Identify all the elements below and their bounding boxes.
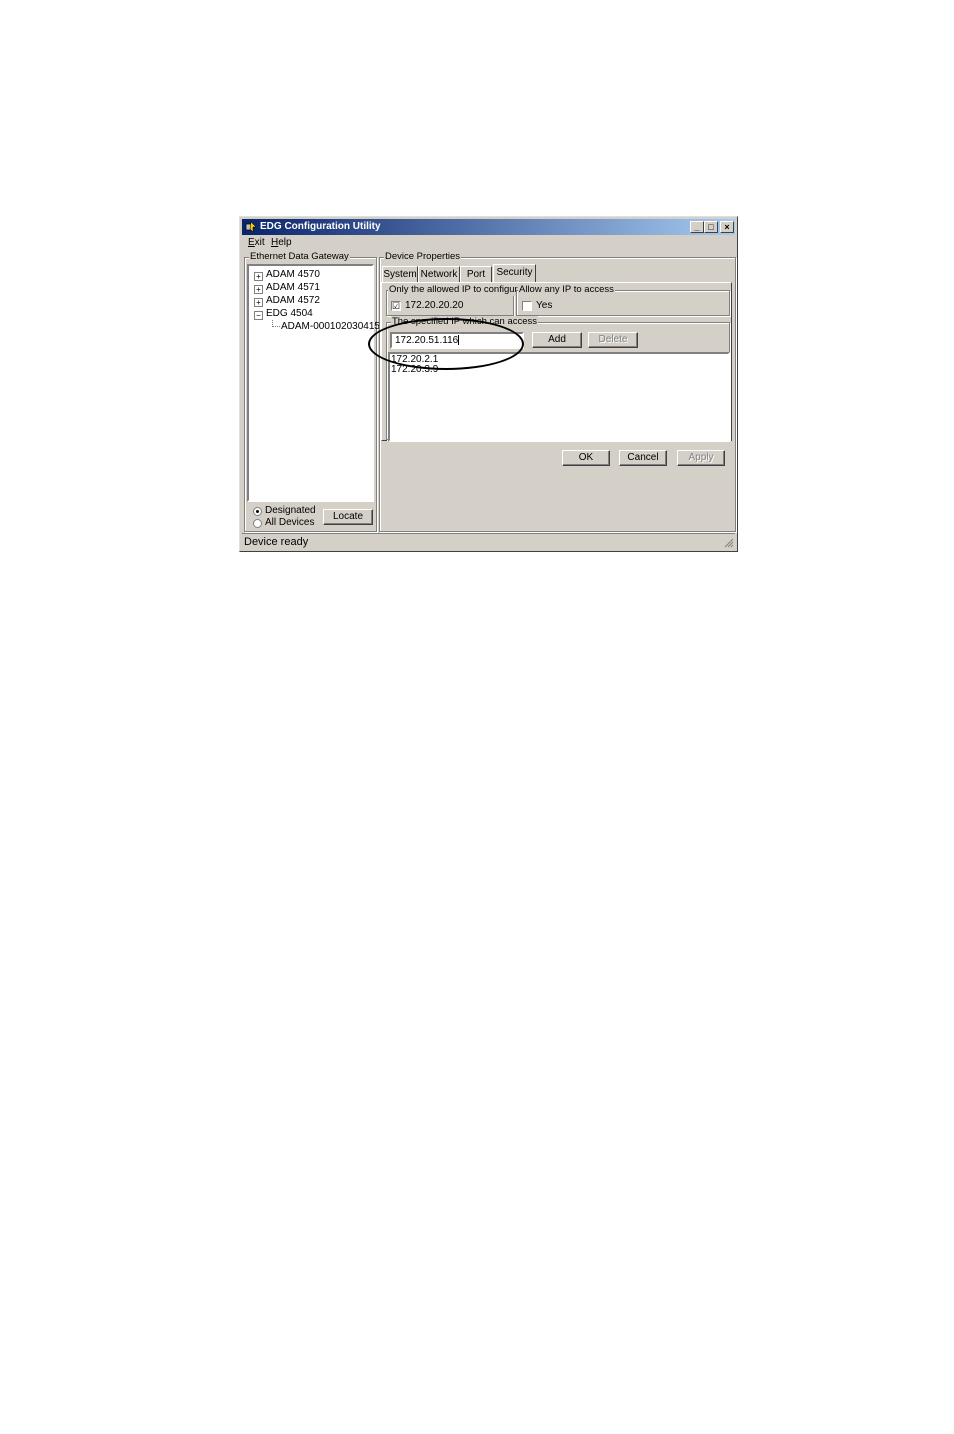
ok-button[interactable]: OK <box>562 450 610 466</box>
tree-item-adam-4571[interactable]: ADAM 4571 <box>266 282 320 294</box>
allowed-ip-label: Only the allowed IP to configure <box>388 284 524 296</box>
designated-label: Designated <box>265 505 316 516</box>
add-button[interactable]: Add <box>532 332 582 348</box>
menu-help[interactable]: Help <box>271 237 292 248</box>
designated-radio[interactable] <box>253 507 262 516</box>
ethernet-data-gateway-label: Ethernet Data Gateway <box>249 251 350 263</box>
tree-item-adam-4570[interactable]: ADAM 4570 <box>266 269 320 281</box>
cancel-button[interactable]: Cancel <box>619 450 667 466</box>
close-button[interactable]: × <box>720 221 734 233</box>
tab-security[interactable]: Security <box>493 264 536 282</box>
all-devices-radio[interactable] <box>253 519 262 528</box>
menu-exit[interactable]: Exit <box>248 237 265 248</box>
device-tree[interactable]: + ADAM 4570 + ADAM 4571 + ADAM 4572 − ED… <box>247 264 380 502</box>
resize-grip-icon[interactable] <box>723 537 734 548</box>
allow-any-ip-label: Allow any IP to access <box>518 284 615 296</box>
tab-system[interactable]: System <box>382 266 418 282</box>
ip-list[interactable]: 172.20.2.1 172.20.3.9 <box>388 352 730 442</box>
tree-collapse-icon[interactable]: − <box>254 311 263 320</box>
app-icon <box>245 221 257 233</box>
maximize-button[interactable]: □ <box>704 221 718 233</box>
device-properties-label: Device Properties <box>384 251 461 263</box>
status-text: Device ready <box>244 536 309 548</box>
locate-button[interactable]: Locate <box>323 509 373 525</box>
window-title: EDG Configuration Utility <box>260 221 381 232</box>
menu-bar: Exit Help <box>242 236 735 250</box>
tree-expander-icon[interactable]: + <box>254 298 263 307</box>
tree-item-adam-000102030415[interactable]: ADAM-000102030415 <box>281 321 380 333</box>
allow-any-ip-group: Allow any IP to access Yes <box>516 284 730 316</box>
allowed-ip-checkbox[interactable]: ☑ <box>391 301 401 311</box>
allow-any-ip-yes-label: Yes <box>536 300 553 311</box>
all-devices-label: All Devices <box>265 517 315 528</box>
security-tab-page: Only the allowed IP to configure ☑ 172.2… <box>381 282 732 442</box>
status-bar: Device ready <box>242 533 735 549</box>
ip-address-input[interactable]: 172.20.51.116 <box>390 332 524 349</box>
specified-ip-label: The specified IP which can access <box>391 316 539 328</box>
allowed-ip-value: 172.20.20.20 <box>405 300 464 311</box>
tree-item-edg-4504[interactable]: EDG 4504 <box>266 308 313 320</box>
tree-item-adam-4572[interactable]: ADAM 4572 <box>266 295 320 307</box>
device-properties-group: Device Properties System Network Port Se… <box>379 251 736 532</box>
minimize-button[interactable]: _ <box>690 221 704 233</box>
text-cursor <box>458 335 460 346</box>
list-item[interactable]: 172.20.3.9 <box>391 364 438 376</box>
allow-any-ip-checkbox[interactable] <box>522 301 532 311</box>
tab-port[interactable]: Port <box>460 266 492 282</box>
allowed-ip-group: Only the allowed IP to configure ☑ 172.2… <box>386 284 524 316</box>
delete-button[interactable]: Delete <box>588 332 638 348</box>
ip-address-input-value: 172.20.51.116 <box>395 335 459 346</box>
specified-ip-group: The specified IP which can access 172.20… <box>386 316 730 442</box>
ethernet-data-gateway-group: Ethernet Data Gateway + ADAM 4570 + ADAM… <box>244 251 380 532</box>
tree-connector-line <box>272 320 280 327</box>
title-bar[interactable]: EDG Configuration Utility _ □ × <box>242 219 735 235</box>
edg-config-window: EDG Configuration Utility _ □ × Exit Hel… <box>239 216 738 552</box>
apply-button[interactable]: Apply <box>677 450 725 466</box>
tree-expander-icon[interactable]: + <box>254 272 263 281</box>
tab-network[interactable]: Network <box>418 266 460 282</box>
tree-expander-icon[interactable]: + <box>254 285 263 294</box>
